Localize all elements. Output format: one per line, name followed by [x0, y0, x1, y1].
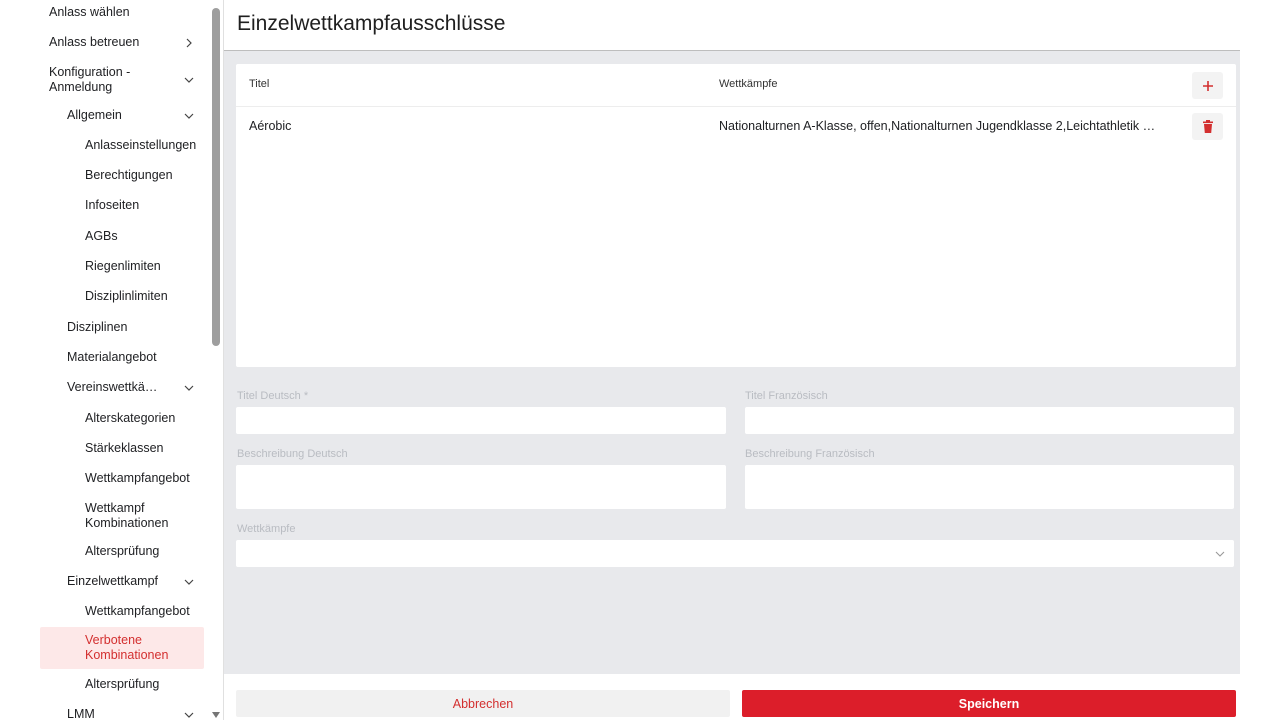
- sidebar-item-anlasseinstellungen[interactable]: Anlasseinstellungen: [40, 137, 204, 154]
- sidebar-item-disziplinlimiten[interactable]: Disziplinlimiten: [40, 288, 204, 305]
- sidebar-item-label: Einzelwettkampf: [67, 574, 159, 588]
- chevron-down-icon: [182, 381, 196, 395]
- beschreibung-deutsch-textarea[interactable]: [236, 465, 726, 509]
- sidebar-item-vereinswettkaempfe[interactable]: Vereinswettkämpfe: [40, 379, 204, 396]
- column-header-titel: Titel: [249, 78, 270, 90]
- sidebar-item-label: Disziplinlimiten: [85, 289, 168, 303]
- sidebar-item-alterspruefung-einzel[interactable]: Altersprüfung: [40, 676, 204, 693]
- chevron-down-icon: [182, 73, 196, 87]
- form-footer: Abbrechen Speichern: [224, 674, 1240, 720]
- sidebar: Anlass wählen Anlass betreuen Konfigurat…: [0, 0, 224, 720]
- sidebar-item-riegenlimiten[interactable]: Riegenlimiten: [40, 258, 204, 275]
- sidebar-item-wettkampf-kombinationen[interactable]: Wettkampf Kombinationen: [40, 500, 204, 531]
- chevron-down-icon: [182, 708, 196, 720]
- add-button[interactable]: [1192, 72, 1223, 99]
- chevron-down-icon: [182, 109, 196, 123]
- scroll-down-arrow-icon[interactable]: [212, 712, 220, 718]
- sidebar-item-label: Materialangebot: [67, 350, 157, 364]
- sidebar-item-infoseiten[interactable]: Infoseiten: [40, 197, 204, 214]
- sidebar-item-label: Altersprüfung: [85, 544, 160, 558]
- sidebar-item-berechtigungen[interactable]: Berechtigungen: [40, 167, 204, 184]
- sidebar-item-verbotene-kombinationen[interactable]: Verbotene Kombinationen: [40, 627, 204, 669]
- save-button[interactable]: Speichern: [742, 690, 1236, 717]
- titel-deutsch-input[interactable]: [236, 407, 726, 434]
- plus-icon: [1202, 80, 1213, 91]
- sidebar-item-konfiguration-anmeldung[interactable]: Konfiguration - Anmeldung: [40, 64, 204, 95]
- sidebar-item-einzelwettkampf[interactable]: Einzelwettkampf: [40, 573, 204, 590]
- sidebar-item-label: Anlass betreuen: [49, 35, 140, 49]
- beschreibung-deutsch-label: Beschreibung Deutsch: [237, 448, 348, 460]
- sidebar-item-label: Riegenlimiten: [85, 259, 161, 273]
- sidebar-item-label: Anlasseinstellungen: [85, 138, 197, 152]
- sidebar-item-label: Konfiguration - Anmeldung: [49, 64, 131, 94]
- sidebar-item-label: LMM: [67, 707, 95, 720]
- sidebar-item-label: Infoseiten: [85, 198, 140, 212]
- chevron-right-icon: [182, 36, 196, 50]
- page-title: Einzelwettkampfausschlüsse: [237, 12, 506, 35]
- sidebar-item-alterskategorien[interactable]: Alterskategorien: [40, 410, 204, 427]
- sidebar-item-label: Altersprüfung: [85, 677, 160, 691]
- beschreibung-franzoesisch-label: Beschreibung Französisch: [745, 448, 875, 460]
- sidebar-item-label: Allgemein: [67, 108, 122, 122]
- sidebar-item-disziplinen[interactable]: Disziplinen: [40, 319, 204, 336]
- main-content: Einzelwettkampfausschlüsse Titel Wettkäm…: [224, 0, 1240, 720]
- sidebar-item-anlass-betreuen[interactable]: Anlass betreuen: [40, 34, 204, 51]
- sidebar-item-staerkeklassen[interactable]: Stärkeklassen: [40, 440, 204, 457]
- sidebar-item-label: Stärkeklassen: [85, 441, 164, 455]
- sidebar-item-label: Wettkampf Kombinationen: [85, 500, 169, 530]
- exclusions-table: Titel Wettkämpfe Aérobic Nationalturnen …: [236, 64, 1236, 367]
- chevron-down-icon: [182, 575, 196, 589]
- sidebar-item-label: AGBs: [85, 229, 118, 243]
- sidebar-item-label: Wettkampfangebot: [85, 604, 190, 618]
- sidebar-item-materialangebot[interactable]: Materialangebot: [40, 349, 204, 366]
- titel-deutsch-label-text: Titel Deutsch: [237, 390, 301, 402]
- sidebar-scrollbar[interactable]: [212, 8, 220, 346]
- delete-button[interactable]: [1192, 113, 1223, 140]
- sidebar-item-alterspruefung-verein[interactable]: Altersprüfung: [40, 543, 204, 560]
- sidebar-item-label: Vereinswettkämpfe: [67, 380, 166, 394]
- page-header: Einzelwettkampfausschlüsse: [224, 0, 1240, 51]
- wettkaempfe-label: Wettkämpfe: [237, 523, 296, 535]
- column-header-wettkaempfe: Wettkämpfe: [719, 78, 778, 90]
- titel-deutsch-label: Titel Deutsch *: [237, 390, 308, 402]
- titel-franzoesisch-input[interactable]: [745, 407, 1234, 434]
- sidebar-item-anlass-waehlen[interactable]: Anlass wählen: [40, 4, 204, 21]
- sidebar-item-label: Berechtigungen: [85, 168, 173, 182]
- sidebar-item-label: Disziplinen: [67, 320, 128, 334]
- cancel-button[interactable]: Abbrechen: [236, 690, 730, 717]
- wettkaempfe-select[interactable]: [236, 540, 1234, 567]
- sidebar-item-wettkampfangebot-verein[interactable]: Wettkampfangebot: [40, 470, 204, 487]
- sidebar-item-allgemein[interactable]: Allgemein: [40, 107, 204, 124]
- trash-icon: [1202, 120, 1213, 133]
- titel-franzoesisch-label: Titel Französisch: [745, 390, 828, 402]
- header-divider: [236, 106, 1236, 107]
- row-titel: Aérobic: [249, 119, 292, 133]
- sidebar-item-label: Verbotene Kombinationen: [85, 633, 169, 662]
- beschreibung-franzoesisch-textarea[interactable]: [745, 465, 1234, 509]
- sidebar-item-wettkampfangebot-einzel[interactable]: Wettkampfangebot: [40, 603, 204, 620]
- sidebar-item-label: Anlass wählen: [49, 5, 130, 19]
- sidebar-item-label: Alterskategorien: [85, 411, 176, 425]
- sidebar-item-agbs[interactable]: AGBs: [40, 228, 204, 245]
- row-wettkaempfe: Nationalturnen A-Klasse, offen,Nationalt…: [719, 119, 1164, 133]
- sidebar-item-lmm[interactable]: LMM: [40, 706, 204, 720]
- sidebar-item-label: Wettkampfangebot: [85, 471, 190, 485]
- required-mark: *: [303, 390, 309, 402]
- chevron-down-icon: [1215, 551, 1225, 557]
- right-gutter: [1240, 0, 1280, 720]
